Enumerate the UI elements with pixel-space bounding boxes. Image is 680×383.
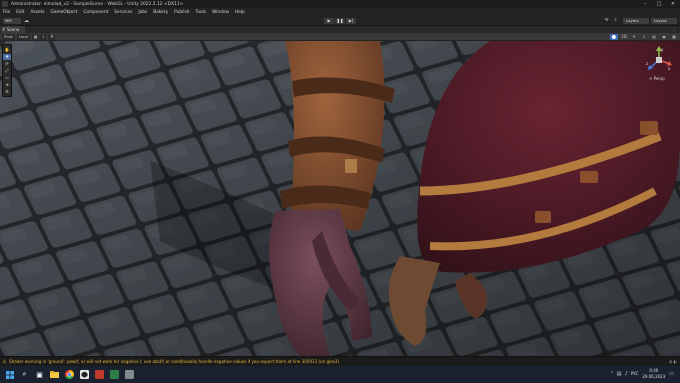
main-toolbar: MM ☁ ▶ ❚❚ ▶| ⟲ ⌕ Layers Layout <box>0 16 680 26</box>
scene-toolbar-right: ⬤ 2D ☀ ♪ ▤ ◉ ▦ <box>608 34 678 40</box>
layout-dropdown[interactable]: Layout <box>651 18 677 24</box>
menu-edit[interactable]: Edit <box>16 10 24 15</box>
step-button[interactable]: ▶| <box>346 18 356 24</box>
effects-toggle-icon[interactable]: ▤ <box>650 34 658 40</box>
notes-icon[interactable] <box>124 369 135 380</box>
orientation-gizmo[interactable]: y x z < Persp <box>644 45 674 83</box>
scene-viewport[interactable] <box>0 41 680 356</box>
windows-start-icon[interactable] <box>4 369 15 380</box>
scene-toolbar-left: Pivot Local ▦ 1 # <box>2 34 56 40</box>
view-tool-icon[interactable]: ✋ <box>3 47 11 53</box>
snap-increment[interactable]: 1 <box>40 34 47 40</box>
draw-mode-icon[interactable]: ⬤ <box>610 34 618 40</box>
scene-render <box>0 41 680 356</box>
warning-icon: ⚠ <box>2 359 7 365</box>
menu-jobs[interactable]: Jobs <box>138 10 147 15</box>
menu-file[interactable]: File <box>3 10 10 15</box>
menu-tools[interactable]: Tools <box>195 10 206 15</box>
windows-taskbar: ⌕ ▣ ⌃ ▤ ♪ РУС 0:46 29.06.2023 ▭ <box>0 366 680 383</box>
scene-toolbar: Pivot Local ▦ 1 # ⬤ 2D ☀ ♪ ▤ ◉ ▦ <box>0 33 680 41</box>
menu-bakery[interactable]: Bakery <box>153 10 168 15</box>
rotate-tool-icon[interactable]: ⟳ <box>3 61 11 67</box>
custom-tool-icon[interactable]: ⚙ <box>3 89 11 95</box>
title-bar: Administrator: eimolad_v2 - SampleScene … <box>0 0 680 8</box>
more-options-icon[interactable]: ⋮ <box>672 26 676 33</box>
2d-toggle[interactable]: 2D <box>620 34 628 40</box>
transform-tool-icon[interactable]: ⊕ <box>3 82 11 88</box>
layers-dropdown[interactable]: Layers <box>623 18 649 24</box>
tray-chevron-icon[interactable]: ⌃ <box>610 371 614 377</box>
play-button[interactable]: ▶ <box>324 18 334 24</box>
audio-toggle-icon[interactable]: ♪ <box>640 34 648 40</box>
terminal-icon[interactable] <box>109 369 120 380</box>
unity-logo-icon <box>2 1 8 7</box>
lighting-toggle-icon[interactable]: ☀ <box>630 34 638 40</box>
app-icon[interactable] <box>94 369 105 380</box>
chrome-icon[interactable] <box>64 369 75 380</box>
close-button[interactable]: ✕ <box>666 0 680 8</box>
window-title: Administrator: eimolad_v2 - SampleScene … <box>11 1 184 7</box>
search-icon[interactable]: ⌕ <box>19 369 30 380</box>
menu-help[interactable]: Help <box>235 10 245 15</box>
grid-snap-icon[interactable]: ▦ <box>32 34 40 40</box>
move-tool-icon[interactable]: ✥ <box>3 53 11 60</box>
status-bar: ⚠ Shader warning in 'ground': pow(f, e) … <box>0 356 680 366</box>
menu-services[interactable]: Services <box>114 10 132 15</box>
notification-icon[interactable]: ▭ <box>669 371 674 377</box>
rect-tool-icon[interactable]: ▭ <box>3 75 11 81</box>
gizmo-axis-x: x <box>668 66 671 71</box>
clock-date: 29.06.2023 <box>642 373 666 379</box>
network-icon[interactable]: ▤ <box>617 371 622 377</box>
history-icon[interactable]: ⟲ <box>603 18 610 24</box>
menu-bar: File Edit Assets GameObject Component Se… <box>0 8 680 16</box>
scene-tab-label: Scene <box>7 27 20 32</box>
unity-icon[interactable] <box>79 369 90 380</box>
gizmo-axis-y: y <box>661 47 664 52</box>
cloud-icon[interactable]: ☁ <box>24 18 30 24</box>
system-tray: ⌃ ▤ ♪ РУС 0:46 29.06.2023 ▭ <box>610 368 674 379</box>
axis-gizmo-icon[interactable]: y x z <box>644 45 674 75</box>
account-dropdown[interactable]: MM <box>3 18 21 24</box>
menu-assets[interactable]: Assets <box>31 10 45 15</box>
projection-label[interactable]: < Persp <box>649 76 665 81</box>
visibility-toggle-icon[interactable]: ◉ <box>660 34 668 40</box>
file-explorer-icon[interactable] <box>49 369 60 380</box>
task-view-icon[interactable]: ▣ <box>34 369 45 380</box>
scene-tab-icon: # <box>2 27 6 32</box>
pivot-dropdown[interactable]: Pivot <box>2 34 15 40</box>
menu-window[interactable]: Window <box>212 10 229 15</box>
window-controls: – □ ✕ <box>638 0 680 8</box>
volume-icon[interactable]: ♪ <box>625 371 628 377</box>
status-warning-text[interactable]: Shader warning in 'ground': pow(f, e) wi… <box>9 359 339 364</box>
play-controls: ▶ ❚❚ ▶| <box>324 18 357 24</box>
scene-tab-bar: # Scene ⋮ <box>0 26 680 33</box>
grid-visibility-icon[interactable]: # <box>48 34 56 40</box>
scale-tool-icon[interactable]: ⤢ <box>3 68 11 74</box>
toolbar-right: ⟲ ⌕ Layers Layout <box>603 18 677 24</box>
pause-button[interactable]: ❚❚ <box>335 18 345 24</box>
menu-publish[interactable]: Publish <box>174 10 189 15</box>
search-icon[interactable]: ⌕ <box>612 18 619 24</box>
gizmo-axis-z: z <box>646 61 648 66</box>
gizmos-toggle-icon[interactable]: ▦ <box>670 34 678 40</box>
menu-gameobject[interactable]: GameObject <box>51 10 78 15</box>
minimize-button[interactable]: – <box>638 0 652 8</box>
maximize-button[interactable]: □ <box>652 0 666 8</box>
space-dropdown[interactable]: Local <box>16 34 31 40</box>
menu-component[interactable]: Component <box>83 10 108 15</box>
clock[interactable]: 0:46 29.06.2023 <box>642 368 665 379</box>
language-indicator[interactable]: РУС <box>631 371 639 376</box>
tool-palette: ✋ ✥ ⟳ ⤢ ▭ ⊕ ⚙ <box>2 44 12 97</box>
tab-scene[interactable]: # Scene <box>1 26 25 33</box>
status-right-icons: ⛭ ◐ <box>669 359 677 364</box>
